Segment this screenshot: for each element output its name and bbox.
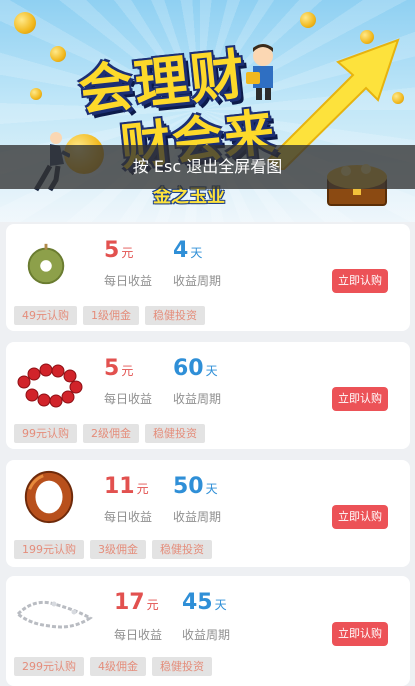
risk-tag: 稳健投资 [152,657,212,676]
product-card: 5元 4天 每日收益 收益周期 立即认购 49元认购 1级佣金 稳健投资 [6,224,410,331]
commission-tag: 4级佣金 [90,657,146,676]
period-label: 收益周期 [182,628,231,642]
daily-yield-label: 每日收益 [104,392,153,406]
risk-tag: 稳健投资 [145,424,205,443]
daily-yield-label: 每日收益 [104,274,153,288]
buy-now-button[interactable]: 立即认购 [332,387,388,411]
period-label: 收益周期 [173,392,222,406]
commission-tag: 2级佣金 [83,424,139,443]
fullscreen-hint-overlay: 按 Esc 退出全屏看图 [0,145,415,189]
red-bead-bracelet-image [17,363,83,408]
tag-row: 99元认购 2级佣金 稳健投资 [14,424,205,443]
coin-icon [30,88,42,100]
coin-icon [14,12,36,34]
agate-bangle-image [24,470,74,524]
daily-yield: 11 元 [104,474,149,499]
coin-icon [50,46,66,62]
jade-pendant-image [27,243,65,285]
silver-chain-bracelet-image [15,600,93,629]
yield-period: 4天 [173,238,203,263]
price-tag: 199元认购 [14,540,84,559]
daily-yield: 17 元 [114,590,159,615]
daily-yield: 5元 [104,238,134,263]
yield-period: 60 天 [173,356,218,381]
commission-tag: 3级佣金 [90,540,146,559]
daily-yield-label: 每日收益 [104,510,153,524]
period-label: 收益周期 [173,274,222,288]
commission-tag: 1级佣金 [83,306,139,325]
tag-row: 199元认购 3级佣金 稳健投资 [14,540,212,559]
risk-tag: 稳健投资 [145,306,205,325]
daily-yield: 5元 [104,356,134,381]
yield-period: 50 天 [173,474,218,499]
price-tag: 99元认购 [14,424,77,443]
tag-row: 299元认购 4级佣金 稳健投资 [14,657,212,676]
product-card: 17 元 45 天 每日收益 收益周期 立即认购 299元认购 4级佣金 稳健投资 [6,576,410,686]
promo-banner: 会理财 财会来 金之玉业 按 Esc 退出全屏看图 [0,0,415,222]
price-tag: 299元认购 [14,657,84,676]
product-card: 5元 60 天 每日收益 收益周期 立即认购 99元认购 2级佣金 稳健投资 [6,342,410,449]
yield-period: 45 天 [182,590,227,615]
buy-now-button[interactable]: 立即认购 [332,505,388,529]
risk-tag: 稳健投资 [152,540,212,559]
product-card: 11 元 50 天 每日收益 收益周期 立即认购 199元认购 3级佣金 稳健投资 [6,460,410,567]
price-tag: 49元认购 [14,306,77,325]
buy-now-button[interactable]: 立即认购 [332,622,388,646]
tag-row: 49元认购 1级佣金 稳健投资 [14,306,205,325]
buy-now-button[interactable]: 立即认购 [332,269,388,293]
period-label: 收益周期 [173,510,222,524]
daily-yield-label: 每日收益 [114,628,163,642]
